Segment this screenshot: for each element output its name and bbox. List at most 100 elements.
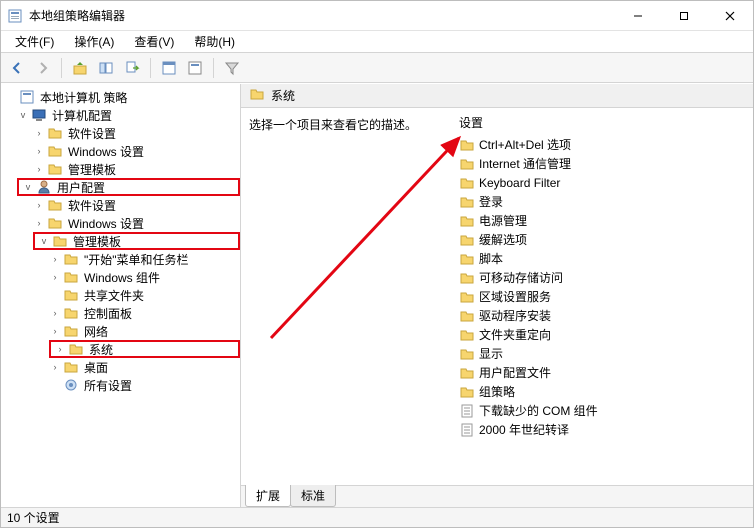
- tree-system[interactable]: › 系统: [49, 340, 240, 358]
- tree-pane[interactable]: 本地计算机 策略 v 计算机配置 › 软件设置 › Windows 设置 › 管…: [1, 84, 241, 507]
- expand-icon[interactable]: ›: [54, 343, 66, 355]
- tree-comp-admin[interactable]: › 管理模板: [5, 160, 240, 178]
- up-button[interactable]: [68, 56, 92, 80]
- tree-all-settings[interactable]: 所有设置: [5, 376, 240, 394]
- list-item-label: 脚本: [479, 250, 503, 267]
- tree-start-taskbar[interactable]: › "开始"菜单和任务栏: [5, 250, 240, 268]
- export-button[interactable]: [120, 56, 144, 80]
- list-item-label: 下载缺少的 COM 组件: [479, 402, 598, 419]
- close-button[interactable]: [707, 1, 753, 30]
- tree-label: Windows 组件: [81, 268, 163, 287]
- tree-root[interactable]: 本地计算机 策略: [5, 88, 240, 106]
- tree-user-sw[interactable]: › 软件设置: [5, 196, 240, 214]
- show-hide-tree-button[interactable]: [94, 56, 118, 80]
- menu-view[interactable]: 查看(V): [126, 31, 182, 52]
- filter-button[interactable]: [220, 56, 244, 80]
- tree-user-config[interactable]: v 用户配置: [17, 178, 240, 196]
- tree-desktop[interactable]: › 桌面: [5, 358, 240, 376]
- collapse-icon[interactable]: v: [17, 109, 29, 121]
- tree-label: 控制面板: [81, 304, 135, 323]
- list-item[interactable]: 文件夹重定向: [457, 325, 749, 344]
- menu-file[interactable]: 文件(F): [7, 31, 62, 52]
- list-item[interactable]: 缓解选项: [457, 230, 749, 249]
- tree-user-admin[interactable]: v 管理模板: [33, 232, 240, 250]
- minimize-button[interactable]: [615, 1, 661, 30]
- list-item[interactable]: 驱动程序安装: [457, 306, 749, 325]
- tree-label: Windows 设置: [65, 142, 147, 161]
- expand-icon[interactable]: [5, 91, 17, 103]
- folder-icon: [459, 213, 475, 229]
- path-label: 系统: [271, 87, 295, 104]
- list-item[interactable]: 区域设置服务: [457, 287, 749, 306]
- list-item[interactable]: Ctrl+Alt+Del 选项: [457, 135, 749, 154]
- folder-icon: [459, 384, 475, 400]
- list-item[interactable]: 下载缺少的 COM 组件: [457, 401, 749, 420]
- expand-icon[interactable]: ›: [33, 199, 45, 211]
- folder-icon: [459, 156, 475, 172]
- body-split: 本地计算机 策略 v 计算机配置 › 软件设置 › Windows 设置 › 管…: [1, 83, 753, 507]
- tree-network[interactable]: › 网络: [5, 322, 240, 340]
- folder-icon: [459, 289, 475, 305]
- folder-icon: [63, 323, 79, 339]
- folder-icon: [63, 359, 79, 375]
- list-item[interactable]: 用户配置文件: [457, 363, 749, 382]
- maximize-button[interactable]: [661, 1, 707, 30]
- list-column[interactable]: 设置 Ctrl+Alt+Del 选项Internet 通信管理Keyboard …: [451, 108, 753, 485]
- menubar: 文件(F) 操作(A) 查看(V) 帮助(H): [1, 31, 753, 53]
- tree-label: 系统: [86, 340, 116, 359]
- list-item[interactable]: 2000 年世纪转译: [457, 420, 749, 439]
- expand-icon[interactable]: ›: [33, 217, 45, 229]
- expand-icon[interactable]: ›: [49, 271, 61, 283]
- app-icon: [7, 8, 23, 24]
- tab-standard[interactable]: 标准: [290, 485, 336, 507]
- folder-icon: [63, 251, 79, 267]
- menu-help[interactable]: 帮助(H): [186, 31, 243, 52]
- expand-icon[interactable]: ›: [33, 145, 45, 157]
- folder-icon: [459, 327, 475, 343]
- expand-icon[interactable]: ›: [49, 361, 61, 373]
- status-text: 10 个设置: [7, 509, 60, 526]
- properties-button[interactable]: [157, 56, 181, 80]
- list-item[interactable]: 登录: [457, 192, 749, 211]
- tab-extended[interactable]: 扩展: [245, 485, 291, 507]
- expand-icon[interactable]: ›: [33, 127, 45, 139]
- tree-user-win[interactable]: › Windows 设置: [5, 214, 240, 232]
- tree-label: 所有设置: [81, 376, 135, 395]
- tree-comp-win[interactable]: › Windows 设置: [5, 142, 240, 160]
- help-button[interactable]: [183, 56, 207, 80]
- list-item-label: 驱动程序安装: [479, 307, 551, 324]
- list-item[interactable]: 显示: [457, 344, 749, 363]
- description-text: 选择一个项目来查看它的描述。: [249, 118, 417, 132]
- list-item[interactable]: 可移动存储访问: [457, 268, 749, 287]
- collapse-icon[interactable]: v: [38, 235, 50, 247]
- list-item[interactable]: 组策略: [457, 382, 749, 401]
- tree-comp-sw[interactable]: › 软件设置: [5, 124, 240, 142]
- list-item-label: Internet 通信管理: [479, 155, 571, 172]
- collapse-icon[interactable]: v: [22, 181, 34, 193]
- expand-icon[interactable]: ›: [49, 325, 61, 337]
- menu-action[interactable]: 操作(A): [66, 31, 122, 52]
- expand-icon[interactable]: ›: [49, 307, 61, 319]
- window-title: 本地组策略编辑器: [29, 7, 615, 24]
- tree-computer-config[interactable]: v 计算机配置: [5, 106, 240, 124]
- list-item-label: Ctrl+Alt+Del 选项: [479, 136, 571, 153]
- forward-button[interactable]: [31, 56, 55, 80]
- folder-icon: [459, 251, 475, 267]
- tree-shared[interactable]: 共享文件夹: [5, 286, 240, 304]
- folder-icon: [52, 233, 68, 249]
- tree-label: 共享文件夹: [81, 286, 147, 305]
- list-item[interactable]: Keyboard Filter: [457, 173, 749, 192]
- expand-icon[interactable]: ›: [33, 163, 45, 175]
- folder-icon: [249, 86, 265, 105]
- tree-win-components[interactable]: › Windows 组件: [5, 268, 240, 286]
- tree-ctrl-panel[interactable]: › 控制面板: [5, 304, 240, 322]
- list-item[interactable]: Internet 通信管理: [457, 154, 749, 173]
- expand-icon[interactable]: ›: [49, 253, 61, 265]
- list-item[interactable]: 电源管理: [457, 211, 749, 230]
- list-item-label: 区域设置服务: [479, 288, 551, 305]
- list-item[interactable]: 脚本: [457, 249, 749, 268]
- tree-label: 本地计算机 策略: [37, 88, 130, 107]
- tree-label: 软件设置: [65, 124, 119, 143]
- toolbar: [1, 53, 753, 83]
- back-button[interactable]: [5, 56, 29, 80]
